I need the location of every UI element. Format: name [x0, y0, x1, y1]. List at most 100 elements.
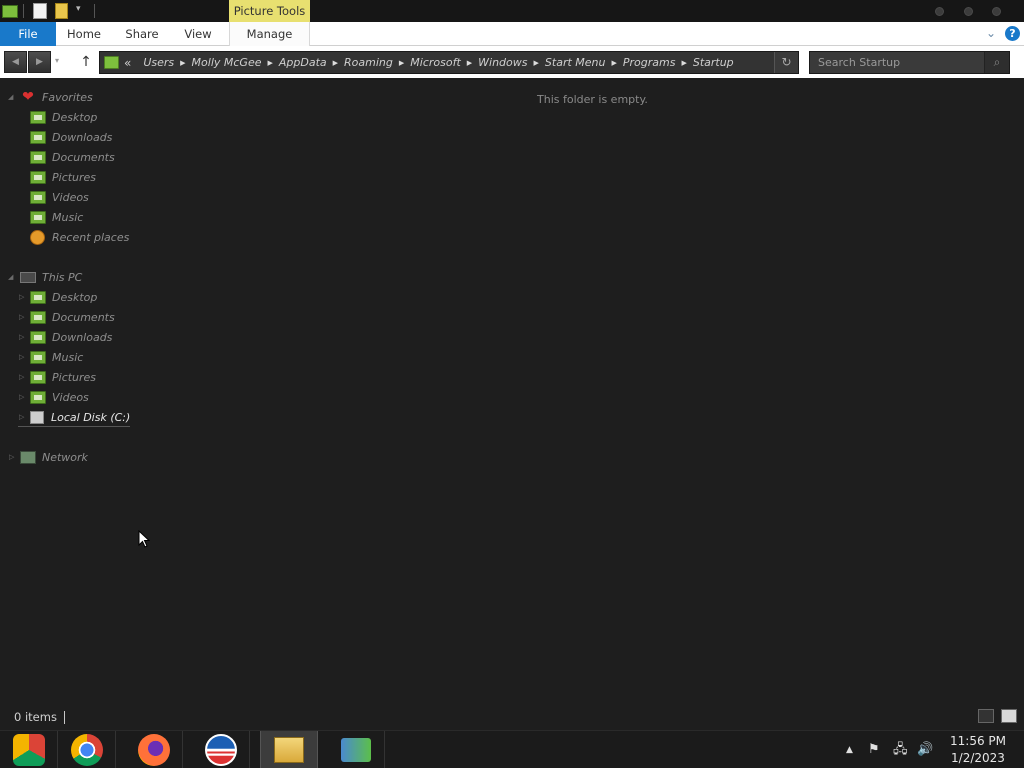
empty-folder-message: This folder is empty.: [537, 93, 648, 106]
nav-favorites-videos[interactable]: Videos: [30, 187, 89, 207]
minimize-button[interactable]: [935, 7, 944, 16]
desktop-folder-icon: [30, 290, 46, 304]
tab-share[interactable]: Share: [118, 22, 166, 46]
pictures-folder-icon: [30, 370, 46, 384]
properties-icon[interactable]: [33, 3, 47, 19]
ribbon-tabs: File Home Share View Manage ⌄ ?: [0, 22, 1024, 46]
picture-tools-contextual-tab: Picture Tools: [229, 0, 310, 22]
nav-pc-videos[interactable]: Videos: [30, 387, 89, 407]
taskbar-app[interactable]: [125, 731, 183, 768]
breadcrumb: « Users ▶ Molly McGee ▶ AppData ▶ Roamin…: [122, 52, 740, 73]
taskbar-app[interactable]: [327, 731, 385, 768]
taskbar-app[interactable]: [58, 731, 116, 768]
breadcrumb-molly-mcgee[interactable]: Molly McGee: [186, 56, 268, 69]
details-view-icon[interactable]: [978, 709, 994, 723]
status-bar: 0 items: [0, 704, 1024, 730]
breadcrumb-start-menu[interactable]: Start Menu: [539, 56, 612, 69]
nav-pc-local-disk[interactable]: Local Disk (C:): [30, 407, 130, 427]
tab-view[interactable]: View: [176, 22, 220, 46]
nav-label: Recent places: [52, 230, 130, 244]
clock-date[interactable]: 1/2/2023: [940, 751, 1016, 765]
nav-favorites-music[interactable]: Music: [30, 207, 83, 227]
music-folder-icon: [30, 350, 46, 364]
tab-file[interactable]: File: [0, 22, 56, 46]
collapse-chevron-icon[interactable]: ◢: [8, 267, 13, 287]
nav-label: Videos: [52, 390, 89, 404]
nav-label: Desktop: [52, 110, 98, 124]
breadcrumb-users[interactable]: Users: [137, 56, 180, 69]
breadcrumb-startup[interactable]: Startup: [687, 56, 740, 69]
breadcrumb-overflow[interactable]: «: [122, 56, 137, 70]
title-bar: ▾ Picture Tools: [0, 0, 1024, 22]
breadcrumb-windows[interactable]: Windows: [472, 56, 533, 69]
taskbar-app-active[interactable]: [260, 731, 318, 768]
nav-pc-desktop[interactable]: Desktop: [30, 287, 97, 307]
close-button[interactable]: [992, 7, 1001, 16]
tab-home[interactable]: Home: [60, 22, 108, 46]
network-status-icon[interactable]: 🖧: [893, 742, 908, 758]
nav-label: Videos: [52, 190, 89, 204]
nav-label: Favorites: [42, 90, 93, 104]
expand-chevron-icon[interactable]: ▷: [9, 447, 14, 467]
nav-label: Pictures: [52, 370, 97, 384]
taskbar-app[interactable]: [192, 731, 250, 768]
expand-ribbon-chevron-icon[interactable]: ⌄: [986, 26, 996, 41]
breadcrumb-roaming[interactable]: Roaming: [338, 56, 399, 69]
action-center-flag-icon[interactable]: ⚑: [868, 742, 880, 758]
back-button[interactable]: ◀: [4, 51, 27, 73]
nav-favorites-recent-places[interactable]: Recent places: [30, 227, 129, 247]
divider: [23, 4, 24, 18]
refresh-button[interactable]: ↻: [774, 52, 798, 73]
tab-manage[interactable]: Manage: [229, 22, 310, 46]
search-input[interactable]: [810, 52, 985, 73]
help-icon[interactable]: ?: [1005, 26, 1020, 41]
expand-chevron-icon[interactable]: ▷: [19, 407, 24, 427]
breadcrumb-programs[interactable]: Programs: [617, 56, 682, 69]
nav-pc-music[interactable]: Music: [30, 347, 83, 367]
new-folder-icon[interactable]: [55, 3, 68, 19]
taskbar-app[interactable]: [0, 731, 58, 768]
nav-label: Downloads: [52, 130, 113, 144]
nav-favorites[interactable]: ❤ Favorites: [20, 87, 93, 107]
nav-favorites-downloads[interactable]: Downloads: [30, 127, 112, 147]
clock-time[interactable]: 11:56 PM: [940, 734, 1016, 748]
nav-label: This PC: [42, 270, 83, 284]
item-count: 0 items: [14, 710, 57, 724]
address-bar[interactable]: « Users ▶ Molly McGee ▶ AppData ▶ Roamin…: [99, 51, 799, 74]
nav-pc-downloads[interactable]: Downloads: [30, 327, 112, 347]
documents-folder-icon: [30, 310, 46, 324]
nav-this-pc[interactable]: This PC: [20, 267, 82, 287]
volume-icon[interactable]: 🔊: [917, 742, 933, 758]
expand-chevron-icon[interactable]: ▷: [19, 387, 24, 407]
music-folder-icon: [30, 210, 46, 224]
nav-favorites-pictures[interactable]: Pictures: [30, 167, 96, 187]
up-button[interactable]: ↑: [77, 52, 95, 72]
nav-network[interactable]: Network: [20, 447, 88, 467]
nav-favorites-documents[interactable]: Documents: [30, 147, 115, 167]
breadcrumb-appdata[interactable]: AppData: [273, 56, 333, 69]
expand-chevron-icon[interactable]: ▷: [19, 287, 24, 307]
expand-chevron-icon[interactable]: ▷: [19, 327, 24, 347]
videos-folder-icon: [30, 190, 46, 204]
collapse-chevron-icon[interactable]: ◢: [8, 87, 13, 107]
show-hidden-icons-chevron-icon[interactable]: ▲: [846, 742, 853, 758]
breadcrumb-microsoft[interactable]: Microsoft: [404, 56, 467, 69]
nav-label: Desktop: [52, 290, 98, 304]
nav-favorites-desktop[interactable]: Desktop: [30, 107, 97, 127]
recent-locations-chevron-icon[interactable]: ▾: [55, 56, 59, 65]
search-icon[interactable]: ⌕: [984, 52, 1009, 73]
expand-chevron-icon[interactable]: ▷: [19, 367, 24, 387]
network-icon: [20, 450, 36, 464]
expand-chevron-icon[interactable]: ▷: [19, 347, 24, 367]
large-icons-view-icon[interactable]: [1001, 709, 1017, 723]
nav-pc-documents[interactable]: Documents: [30, 307, 115, 327]
divider: [94, 4, 95, 18]
computer-icon: [20, 271, 36, 283]
nav-pc-pictures[interactable]: Pictures: [30, 367, 96, 387]
expand-chevron-icon[interactable]: ▷: [19, 307, 24, 327]
nav-label: Network: [42, 450, 88, 464]
maximize-button[interactable]: [964, 7, 973, 16]
forward-button[interactable]: ▶: [28, 51, 51, 73]
customize-toolbar-chevron-icon[interactable]: ▾: [76, 4, 81, 14]
search-box: ⌕: [809, 51, 1010, 74]
